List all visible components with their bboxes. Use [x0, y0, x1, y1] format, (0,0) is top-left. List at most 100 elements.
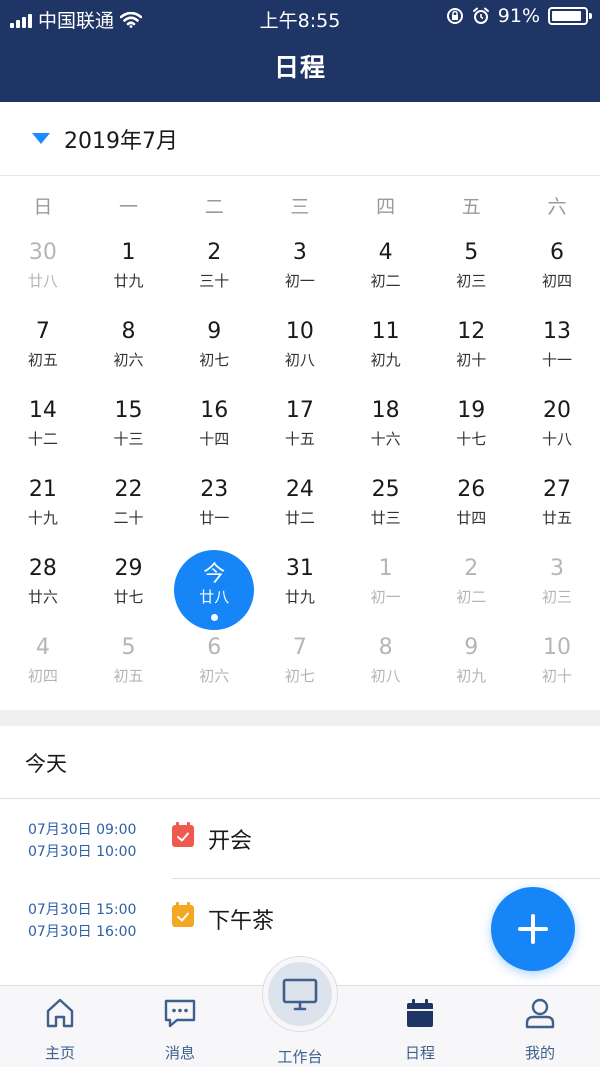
- day-cell[interactable]: 7 初七: [257, 629, 343, 708]
- tab-me[interactable]: 我的: [480, 986, 600, 1067]
- day-cell[interactable]: 3 初三: [514, 550, 600, 629]
- message-icon: [164, 999, 196, 1028]
- day-cell[interactable]: 24 廿二: [257, 471, 343, 550]
- day-cell-today[interactable]: 今廿八: [171, 550, 257, 630]
- day-cell[interactable]: 2 初二: [428, 550, 514, 629]
- day-cell[interactable]: 4 初四: [0, 629, 86, 708]
- event-end: 07月30日 16:00: [28, 924, 137, 940]
- dropdown-triangle-icon[interactable]: [32, 133, 50, 144]
- day-number: 20: [542, 398, 571, 423]
- lunar-date: 十一: [541, 351, 572, 369]
- day-cell[interactable]: 10 初八: [257, 313, 343, 392]
- day-cell[interactable]: 29 廿七: [86, 550, 172, 629]
- day-number: 7: [292, 635, 307, 660]
- day-cell[interactable]: 22 二十: [86, 471, 172, 550]
- day-cell[interactable]: 3 初一: [257, 234, 343, 313]
- add-event-button[interactable]: [491, 887, 575, 971]
- user-icon: [525, 998, 555, 1029]
- day-cell[interactable]: 11 初九: [343, 313, 429, 392]
- day-cell[interactable]: 5 初五: [86, 629, 172, 708]
- day-cell[interactable]: 2 三十: [171, 234, 257, 313]
- day-cell[interactable]: 25 廿三: [343, 471, 429, 550]
- tab-workbench[interactable]: [268, 962, 332, 1026]
- status-right: 91%: [446, 5, 592, 27]
- weekday-label: 日: [33, 195, 53, 218]
- lunar-date: 廿二: [284, 509, 315, 527]
- lunar-date: 十五: [284, 430, 315, 448]
- day-cell[interactable]: 9 初七: [171, 313, 257, 392]
- day-number: 4: [35, 635, 50, 660]
- day-cell[interactable]: 1 初一: [343, 550, 429, 629]
- monitor-icon: [282, 978, 318, 1011]
- day-cell[interactable]: 20 十八: [514, 392, 600, 471]
- lunar-date: 廿九: [113, 272, 144, 290]
- month-label[interactable]: 2019年7月: [64, 123, 178, 155]
- day-number: 1: [121, 240, 136, 265]
- day-cell[interactable]: 28 廿六: [0, 550, 86, 629]
- lunar-date: 初八: [370, 667, 401, 685]
- lunar-date: 初二: [370, 272, 401, 290]
- today-title: 今天: [25, 752, 67, 776]
- tab-home[interactable]: 主页: [0, 986, 120, 1067]
- day-cell[interactable]: 26 廿四: [428, 471, 514, 550]
- day-cell[interactable]: 5 初三: [428, 234, 514, 313]
- day-cell[interactable]: 31 廿九: [257, 550, 343, 629]
- lunar-date: 初九: [370, 351, 401, 369]
- tab-label: 我的: [524, 1044, 555, 1062]
- day-number: 14: [28, 398, 57, 423]
- day-cell[interactable]: 8 初六: [86, 313, 172, 392]
- day-cell[interactable]: 10 初十: [514, 629, 600, 708]
- day-number: 15: [114, 398, 143, 423]
- day-cell[interactable]: 30 廿八: [0, 234, 86, 313]
- lunar-date: 初七: [199, 351, 230, 369]
- lunar-date: 廿七: [113, 588, 144, 606]
- lunar-date: 廿五: [541, 509, 572, 527]
- day-cell[interactable]: 19 十七: [428, 392, 514, 471]
- day-number: 6: [549, 240, 564, 265]
- lunar-date: 二十: [113, 509, 144, 527]
- lunar-date: 初六: [199, 667, 230, 685]
- day-cell[interactable]: 7 初五: [0, 313, 86, 392]
- day-cell[interactable]: 21 十九: [0, 471, 86, 550]
- day-cell[interactable]: 18 十六: [343, 392, 429, 471]
- event-title: 下午茶: [208, 909, 275, 934]
- status-bar: 中国联通 上午8:55 91%: [0, 0, 600, 34]
- day-cell[interactable]: 17 十五: [257, 392, 343, 471]
- week-row: 7 初五 8 初六 9 初七 10 初八 11 初九 12 初十 13 十一: [0, 313, 600, 392]
- day-number: 27: [542, 477, 571, 502]
- lunar-date: 十三: [113, 430, 144, 448]
- day-number: 7: [35, 319, 50, 344]
- day-cell[interactable]: 23 廿一: [171, 471, 257, 550]
- lunar-date: 初十: [541, 667, 572, 685]
- day-cell[interactable]: 6 初四: [514, 234, 600, 313]
- day-cell[interactable]: 12 初十: [428, 313, 514, 392]
- event-item[interactable]: 07月30日 09:00 07月30日 10:00 开会: [0, 799, 600, 879]
- lunar-date: 初四: [27, 667, 58, 685]
- lunar-date: 初七: [284, 667, 315, 685]
- weekday-label: 三: [290, 195, 310, 218]
- day-cell[interactable]: 13 十一: [514, 313, 600, 392]
- tab-schedule[interactable]: 日程: [360, 986, 480, 1067]
- day-cell[interactable]: 6 初六: [171, 629, 257, 708]
- calendar: 日 一 二 三 四 五 六 30 廿八 1 廿九 2 三十 3 初一 4 初二 5 初三 6 初四 7 初五 8 初六 9 初七 1…: [0, 176, 600, 710]
- day-cell[interactable]: 16 十四: [171, 392, 257, 471]
- tab-messages[interactable]: 消息: [120, 986, 240, 1067]
- lunar-date: 初三: [541, 588, 572, 606]
- day-number: 12: [457, 319, 486, 344]
- day-cell[interactable]: 4 初二: [343, 234, 429, 313]
- lunar-date: 初九: [456, 667, 487, 685]
- day-number: 1: [378, 556, 393, 581]
- day-cell[interactable]: 15 十三: [86, 392, 172, 471]
- lunar-date: 十九: [27, 509, 58, 527]
- event-calendar-icon: [172, 902, 194, 927]
- event-title: 开会: [208, 829, 253, 854]
- day-cell[interactable]: 27 廿五: [514, 471, 600, 550]
- day-cell[interactable]: 9 初九: [428, 629, 514, 708]
- day-cell[interactable]: 14 十二: [0, 392, 86, 471]
- lunar-date: 初十: [456, 351, 487, 369]
- lunar-date: 初八: [284, 351, 315, 369]
- month-selector[interactable]: 2019年7月: [0, 102, 600, 176]
- day-cell[interactable]: 1 廿九: [86, 234, 172, 313]
- day-number: 29: [114, 556, 143, 581]
- day-cell[interactable]: 8 初八: [343, 629, 429, 708]
